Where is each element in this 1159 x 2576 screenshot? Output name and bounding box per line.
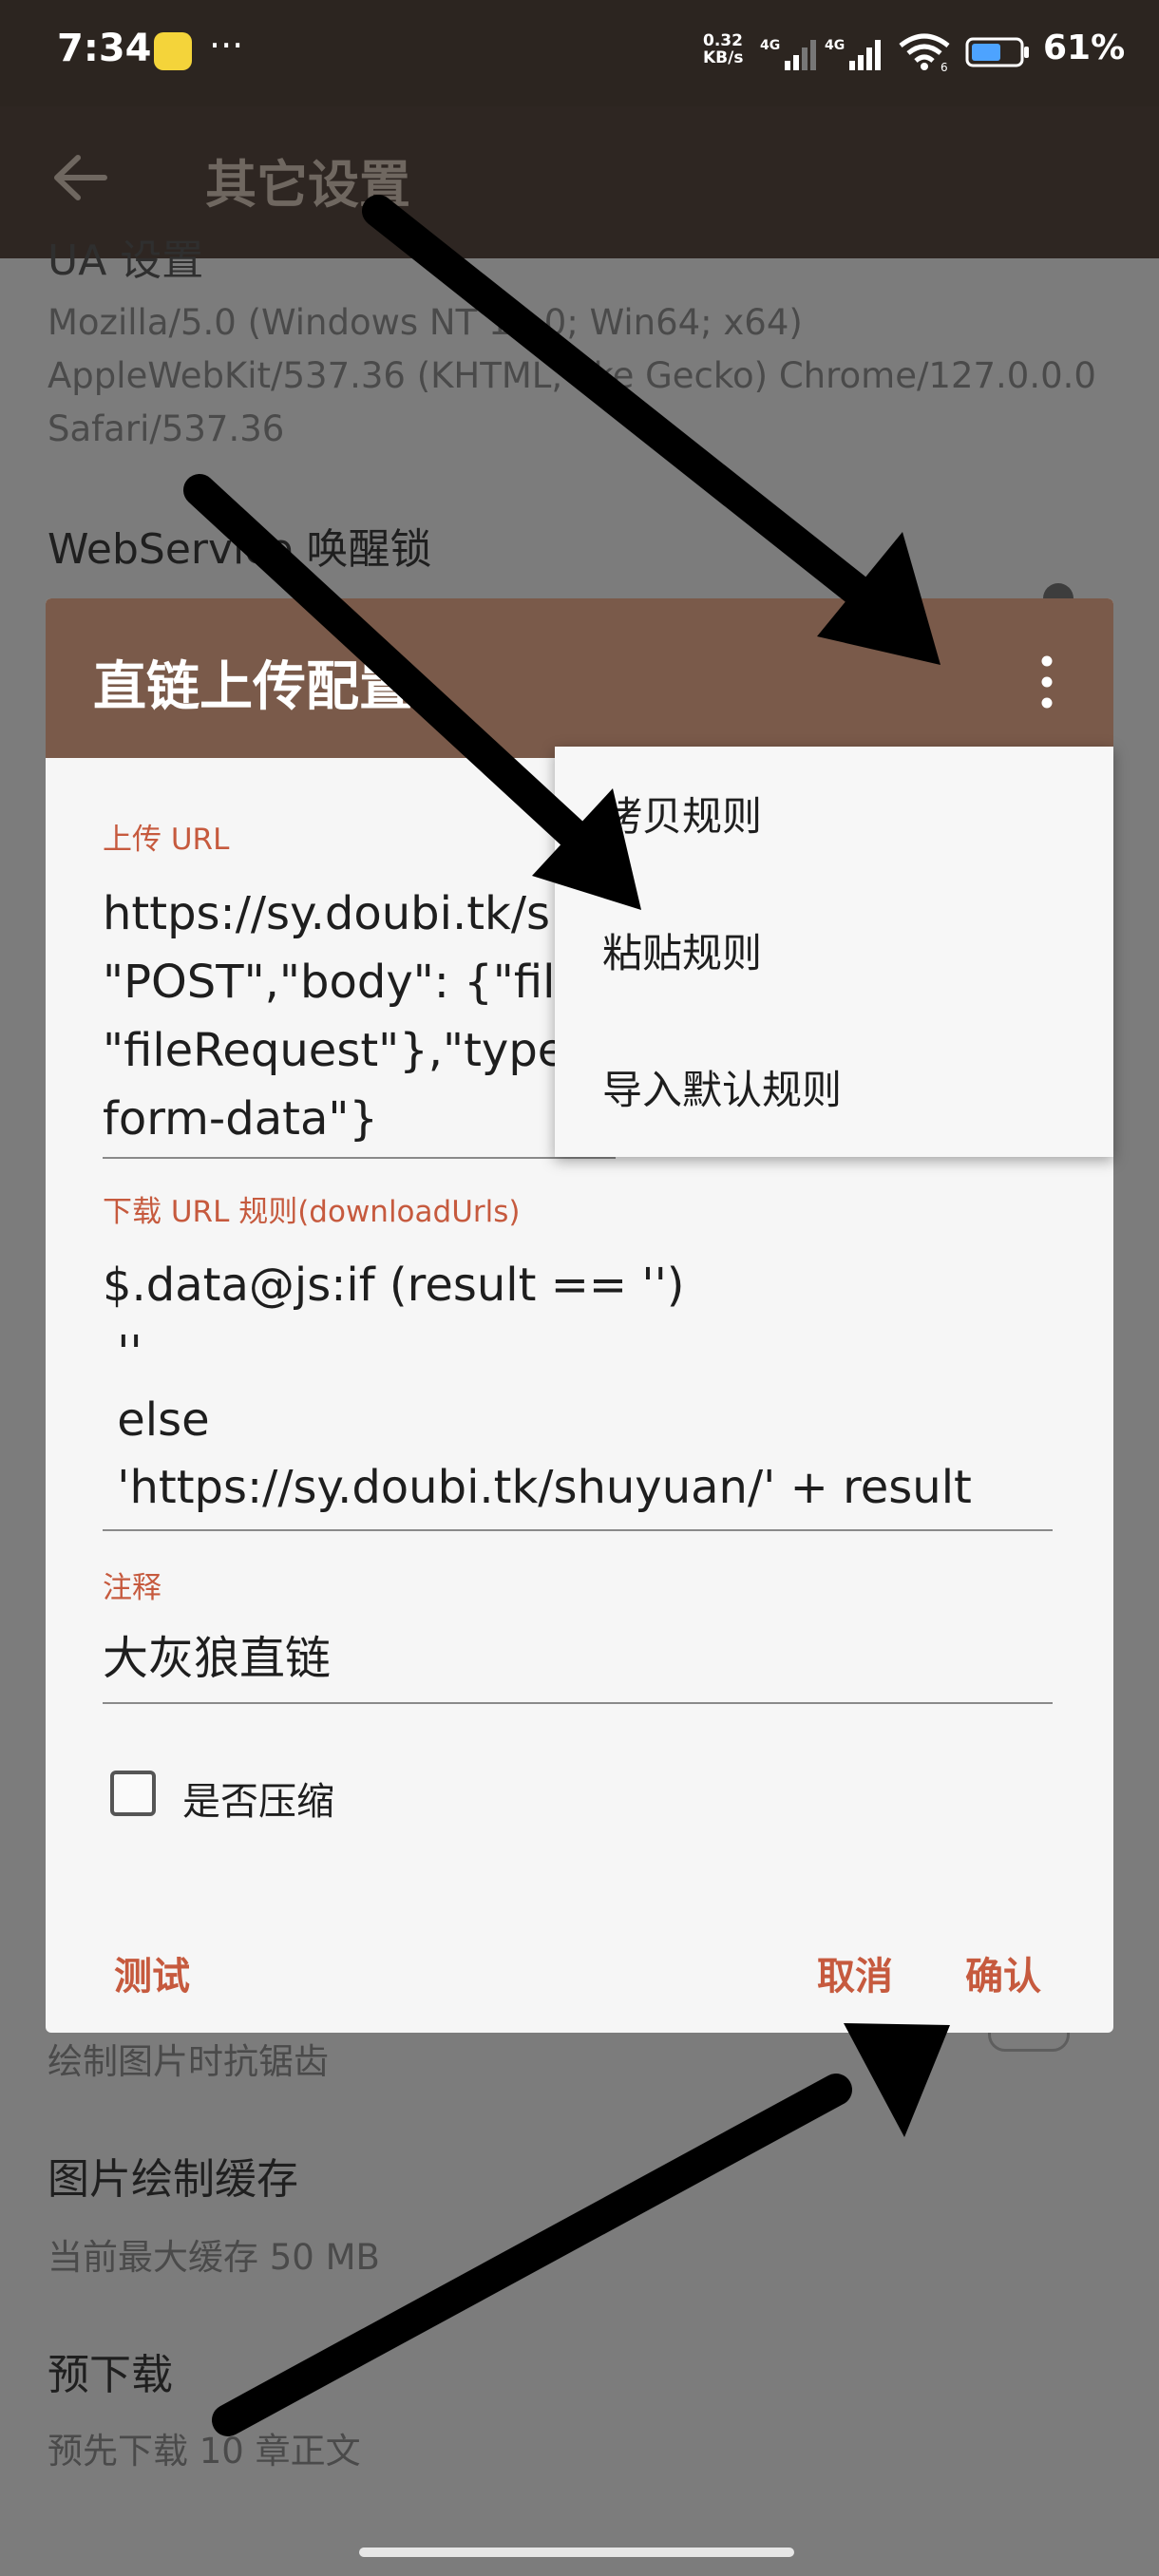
emoji-notification-icon [154, 32, 192, 70]
dialog-header: 直链上传配置 [46, 598, 1113, 758]
note-input[interactable]: 大灰狼直链 [103, 1624, 1053, 1700]
predownload-description: 预先下载 10 章正文 [48, 2431, 361, 2472]
cancel-button[interactable]: 取消 [817, 1945, 893, 2000]
more-notifications-icon: ··· [209, 25, 244, 66]
signal1-label: 4G [760, 38, 780, 53]
compress-checkbox[interactable] [110, 1771, 156, 1816]
test-button[interactable]: 测试 [114, 1945, 190, 2000]
cell-signal-icon: 4G [760, 38, 816, 70]
download-url-rule-label: 下载 URL 规则(downloadUrls) [103, 1195, 521, 1229]
image-cache-description: 当前最大缓存 50 MB [48, 2237, 380, 2278]
antialias-description: 绘制图片时抗锯齿 [48, 2041, 329, 2082]
confirm-button[interactable]: 确认 [965, 1945, 1041, 2000]
note-underline [103, 1702, 1053, 1704]
status-time: 7:34 [57, 27, 152, 70]
signal2-label: 4G [825, 38, 845, 53]
image-cache-heading: 图片绘制缓存 [48, 2155, 298, 2204]
download-url-rule-input[interactable]: $.data@js:if (result == '') '' else 'htt… [103, 1252, 1053, 1527]
wifi-icon: 6 [899, 33, 950, 72]
status-bar: 7:34 ··· 0.32 KB/s 4G 4G 6 61% [0, 0, 1159, 106]
battery-icon [965, 37, 1029, 67]
wifi-badge: 6 [940, 61, 948, 72]
menu-item-import-default-rule[interactable]: 导入默认规则 [602, 1058, 842, 1116]
battery-percent: 61% [1043, 28, 1126, 67]
predownload-heading: 预下载 [48, 2351, 173, 2399]
page-title: 其它设置 [205, 155, 410, 215]
dialog-title: 直链上传配置 [93, 656, 412, 718]
back-arrow-icon[interactable] [51, 154, 108, 201]
upload-url-underline [103, 1157, 616, 1159]
upload-url-label: 上传 URL [103, 823, 230, 857]
overflow-popup-menu: 拷贝规则 粘贴规则 导入默认规则 [555, 747, 1113, 1157]
webservice-wakelock-heading: WebService 唤醒锁 [48, 525, 432, 574]
gesture-nav-handle[interactable] [359, 2548, 794, 2557]
network-speed: 0.32 KB/s [703, 32, 743, 66]
ua-setting-value: Mozilla/5.0 (Windows NT 10.0; Win64; x64… [48, 302, 1096, 449]
download-url-rule-underline [103, 1529, 1053, 1531]
network-speed-unit: KB/s [703, 48, 744, 67]
menu-item-copy-rule[interactable]: 拷贝规则 [602, 785, 762, 843]
network-speed-value: 0.32 [703, 31, 743, 50]
ua-setting-heading: UA 设置 [48, 237, 204, 285]
note-label: 注释 [103, 1571, 162, 1605]
more-vert-icon[interactable] [1034, 653, 1060, 710]
menu-item-paste-rule[interactable]: 粘贴规则 [602, 921, 762, 979]
cell-signal-icon: 4G [825, 38, 881, 70]
compress-label[interactable]: 是否压缩 [182, 1771, 334, 1826]
